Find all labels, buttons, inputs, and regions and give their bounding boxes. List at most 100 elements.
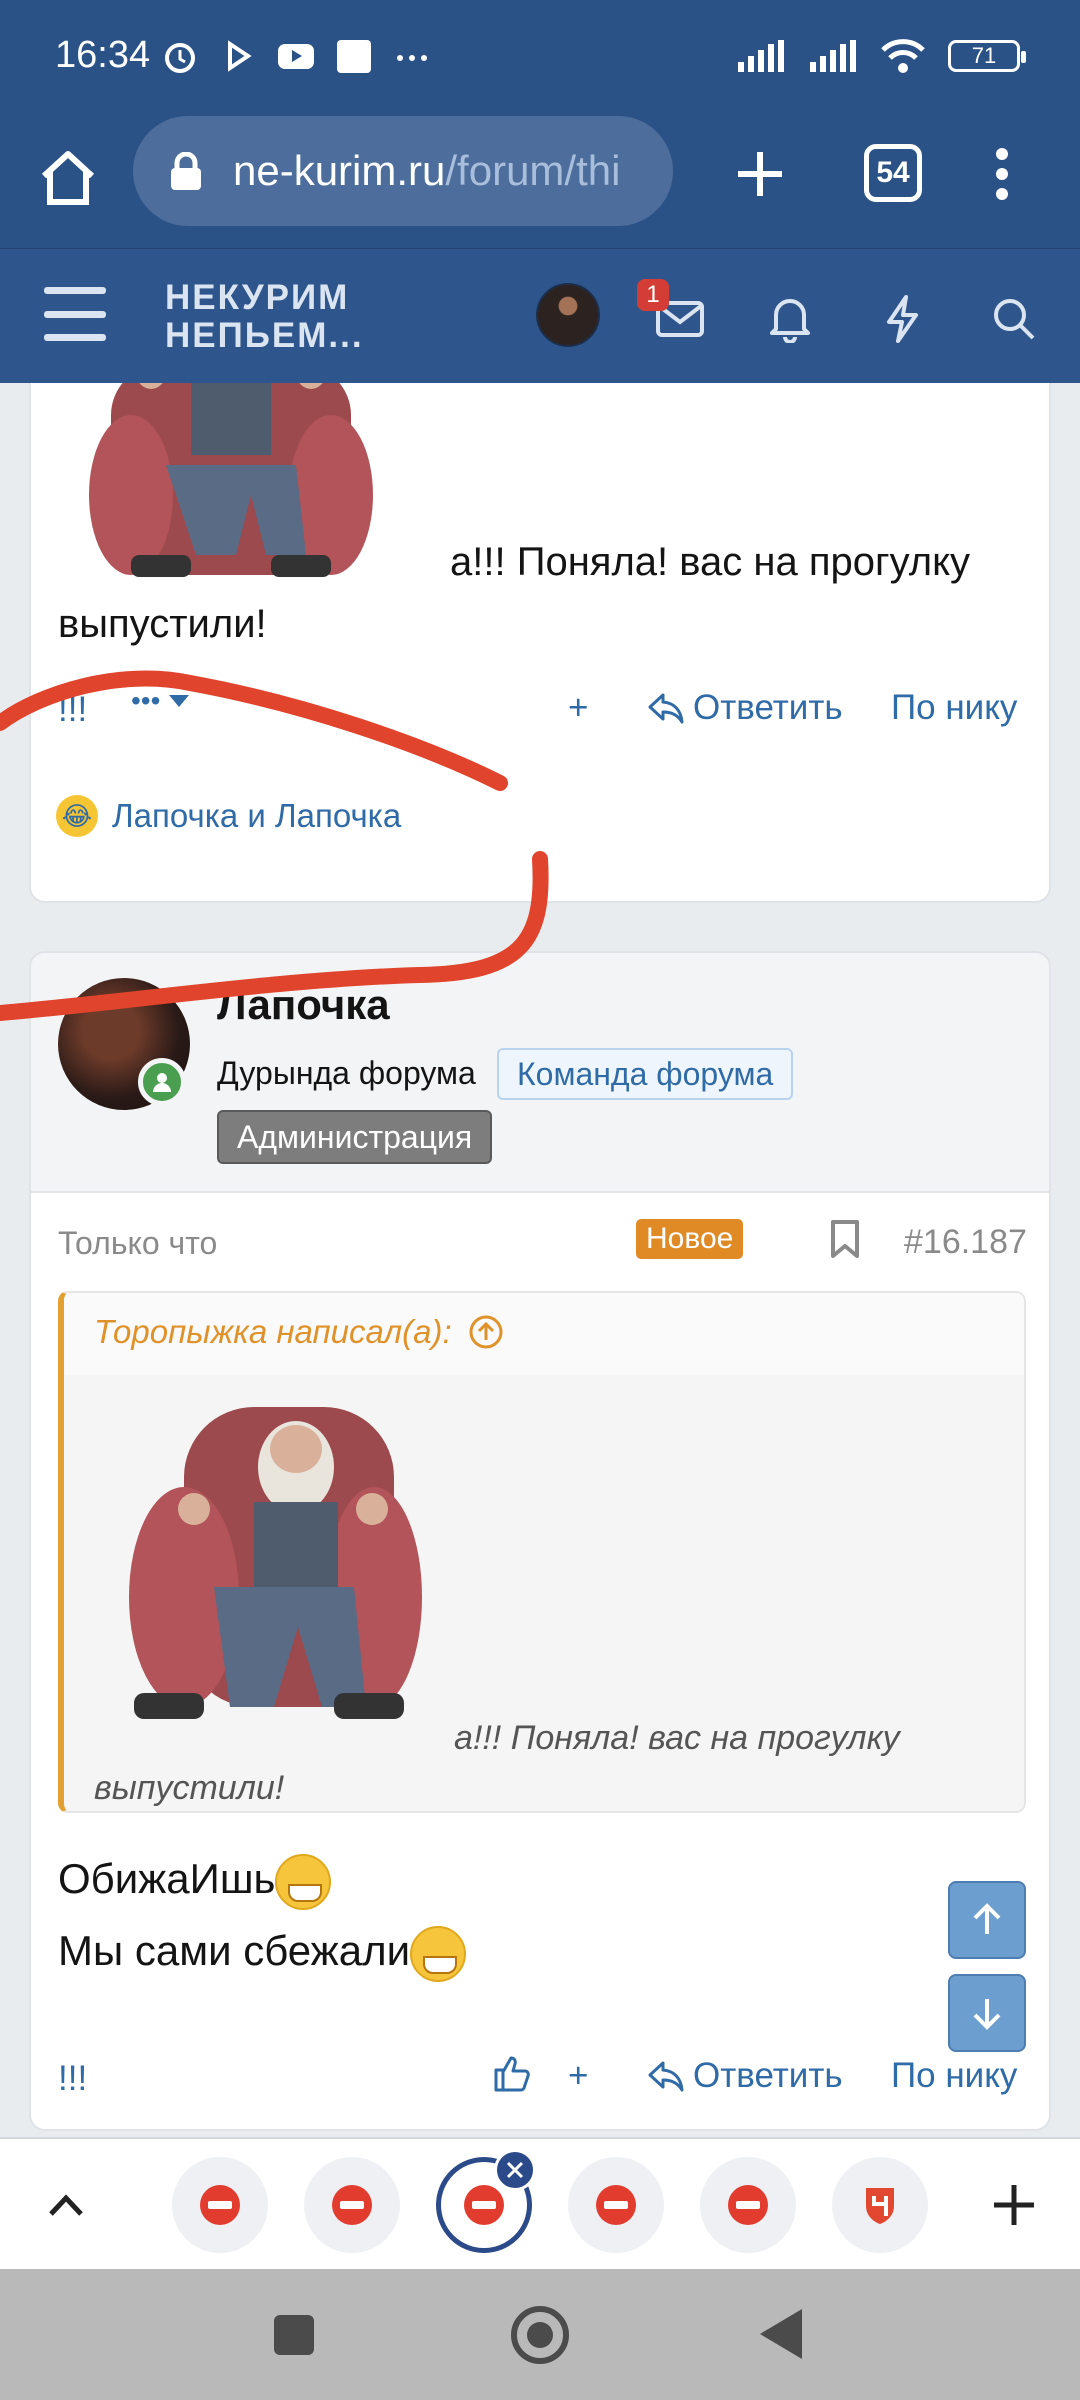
quote-header: Торопыжка написал(а): (64, 1293, 1024, 1375)
lightning-icon (887, 295, 918, 343)
signal-icon (810, 40, 856, 72)
chevron-down-icon (169, 695, 190, 707)
lock-icon (171, 152, 201, 190)
hamburger-menu-icon[interactable] (44, 287, 106, 341)
status-system-icons: 71 (736, 38, 1026, 74)
user-banner-team: Команда форума (497, 1048, 794, 1100)
online-status-icon (138, 1058, 186, 1106)
tab-favicon[interactable] (568, 2157, 664, 2253)
url-path: /forum/thi (445, 147, 621, 194)
username[interactable]: Лапочка (217, 981, 390, 1029)
reply-line2: Мы сами сбежали (58, 1927, 411, 1974)
scroll-to-top-button[interactable] (948, 1881, 1026, 1959)
system-home-button[interactable] (511, 2306, 569, 2364)
site-favicon-icon (200, 2185, 240, 2225)
grinning-emoji-icon (275, 1853, 332, 1910)
search-button[interactable] (984, 289, 1044, 349)
post-text: а!!! Поняла! вас на прогулку выпустили! (58, 540, 971, 646)
plus-label: + (568, 2056, 589, 2095)
reactions-bar[interactable]: 😂 Лапочка и Лапочка (56, 795, 401, 837)
quote-author[interactable]: Торопыжка написал(а): (94, 1313, 504, 1351)
tab-switcher-button[interactable]: 54 (864, 144, 922, 202)
collapse-tabs-button[interactable] (36, 2175, 96, 2235)
marks-button[interactable]: !!! (58, 2059, 87, 2099)
address-bar[interactable]: ne-kurim.ru/forum/thi (133, 116, 673, 226)
close-tab-icon[interactable] (494, 2149, 536, 2191)
tab-favicon[interactable] (172, 2157, 268, 2253)
battery-icon: 71 (948, 40, 1026, 72)
arrow-up-circle-icon (469, 1315, 503, 1349)
by-nick-button[interactable]: По нику (891, 2056, 1017, 2096)
new-tab-button[interactable] (720, 134, 800, 214)
marks-label: !!! (58, 690, 88, 729)
post-number[interactable]: #16.187 (904, 1223, 1027, 1262)
browser-tab-strip (0, 2137, 1080, 2269)
more-icon (397, 55, 427, 61)
arrow-up-icon (973, 1903, 1001, 1934)
site-favicon-icon (332, 2185, 372, 2225)
shield-favicon-icon (866, 2188, 894, 2224)
quote-block: Торопыжка написал(а): а!!! Поняла! вас н… (58, 1291, 1026, 1813)
user-avatar[interactable] (536, 283, 600, 347)
multiquote-button[interactable]: + (568, 688, 588, 728)
reply-label: Ответить (693, 2056, 843, 2095)
more-label: ••• (131, 685, 161, 716)
post-user-info: Лапочка Дурында форума Команда форума Ад… (31, 953, 1049, 1193)
reply-icon (648, 2061, 684, 2092)
kebab-menu-icon (996, 148, 1008, 200)
thread-content: а!!! Поняла! вас на прогулку выпустили! … (0, 383, 1080, 2137)
thumbs-up-icon (494, 2056, 530, 2092)
site-logo[interactable]: НЕКУРИМ НЕПЬЕМ... (165, 279, 364, 355)
scroll-to-bottom-button[interactable] (948, 1974, 1026, 2052)
plus-icon (994, 2185, 1034, 2225)
system-navigation-bar (0, 2269, 1080, 2400)
post-card: а!!! Поняла! вас на прогулку выпустили! … (29, 383, 1051, 903)
tab-favicon[interactable] (832, 2157, 928, 2253)
marks-button[interactable]: !!! (58, 690, 87, 730)
recent-apps-button[interactable] (274, 2315, 314, 2355)
quote-text: а!!! Поняла! вас на прогулку выпустили! (94, 1719, 900, 1807)
post-card: Лапочка Дурында форума Команда форума Ад… (29, 951, 1051, 2131)
home-button[interactable] (28, 138, 108, 218)
status-time: 16:34 (55, 34, 151, 76)
marks-label: !!! (58, 2059, 88, 2098)
search-icon (994, 299, 1035, 340)
grinning-emoji-icon (410, 1925, 467, 1982)
by-nick-button[interactable]: По нику (891, 688, 1017, 728)
plus-icon (738, 152, 782, 196)
more-options-button[interactable]: ••• (131, 685, 190, 717)
by-nick-label: По нику (891, 688, 1018, 727)
armchair-sticker-image (129, 1407, 422, 1719)
signal-icon (738, 40, 784, 72)
site-favicon-icon (596, 2185, 636, 2225)
whats-new-button[interactable] (872, 289, 932, 349)
reactions-list: Лапочка и Лапочка (112, 797, 402, 834)
reply-label: Ответить (693, 688, 843, 727)
add-tab-button[interactable] (984, 2175, 1044, 2235)
status-notification-icons (160, 36, 432, 76)
battery-level: 71 (971, 43, 997, 68)
reply-line1: ОбижаИшь (58, 1855, 276, 1902)
logo-line1: НЕКУРИМ (165, 278, 350, 317)
quote-author-label: Торопыжка написал(а): (94, 1313, 452, 1350)
like-button[interactable] (492, 2053, 532, 2093)
youtube-icon (278, 44, 314, 69)
alerts-button[interactable] (760, 289, 820, 349)
reply-icon (648, 693, 684, 724)
multiquote-button[interactable]: + (568, 2056, 588, 2096)
wifi-icon (881, 39, 925, 73)
inbox-badge: 1 (637, 279, 669, 311)
back-button[interactable] (760, 2309, 802, 2359)
laughing-emoji-icon: 😂 (56, 795, 98, 837)
play-icon (228, 40, 252, 72)
tab-favicon[interactable] (700, 2157, 796, 2253)
reply-button[interactable]: Ответить (647, 2056, 843, 2096)
browser-menu-button[interactable] (972, 134, 1032, 214)
app-icon (337, 40, 371, 73)
bookmark-icon[interactable] (828, 1219, 862, 1259)
chevron-up-icon (49, 2194, 83, 2216)
status-bar: 16:34 71 (0, 0, 1080, 112)
reply-button[interactable]: Ответить (647, 688, 843, 728)
tab-favicon[interactable] (304, 2157, 400, 2253)
post-date[interactable]: Только что (58, 1225, 217, 1262)
